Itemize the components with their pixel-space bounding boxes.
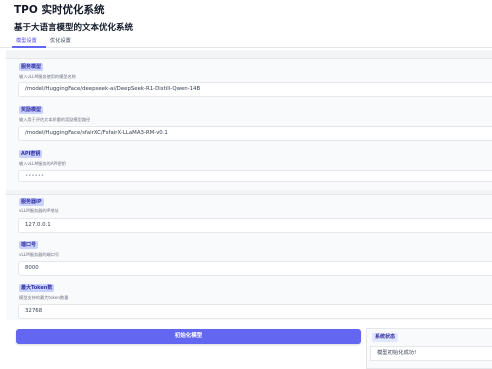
port-input[interactable]: 8000	[18, 261, 492, 276]
service-model-input[interactable]: /model/HuggingFace/deepseek-ai/DeepSeek-…	[18, 82, 492, 97]
port-hint: vLLM服务器的端口号	[19, 252, 60, 257]
api-key-hint: 输入vLLM服务的API密钥	[19, 161, 66, 166]
system-status-label: 系统状态	[372, 333, 399, 342]
init-model-button[interactable]: 初始化模型	[16, 329, 361, 344]
service-model-label: 服务模型	[19, 63, 44, 71]
reward-model-hint: 输入用于评估文本质量的奖励模型路径	[19, 117, 91, 122]
api-key-input[interactable]: ••••••	[18, 170, 492, 182]
server-config-group	[6, 194, 492, 320]
app-title: TPO 实时优化系统	[14, 4, 105, 16]
max-tokens-hint: 模型支持的最大token数量	[19, 295, 69, 300]
service-ip-input[interactable]: 127.0.0.1	[18, 218, 492, 233]
app-subtitle: 基于大语言模型的文本优化系统	[14, 23, 134, 33]
api-key-label: API密钥	[19, 150, 43, 158]
reward-model-label: 奖励模型	[19, 106, 44, 114]
reward-model-input[interactable]: /model/HuggingFace/sfairXC/FsfairX-LLaMA…	[18, 126, 492, 141]
system-status-field: 模型初始化成功!	[370, 346, 492, 361]
service-ip-hint: vLLM服务器的IP地址	[19, 208, 59, 213]
max-tokens-label: 最大Token数	[19, 284, 55, 292]
tab-bar: 模型设置 优化设置	[0, 36, 492, 48]
service-ip-label: 服务器IP	[19, 198, 44, 206]
port-label: 端口号	[19, 241, 39, 249]
tab-model-settings[interactable]: 模型设置	[16, 37, 37, 44]
service-model-hint: 输入vLLM服务使用的模型名称	[19, 74, 76, 79]
tab-optimization-settings[interactable]: 优化设置	[50, 37, 71, 44]
max-tokens-input[interactable]: 32768	[18, 304, 492, 319]
tab-active-indicator	[12, 46, 46, 48]
